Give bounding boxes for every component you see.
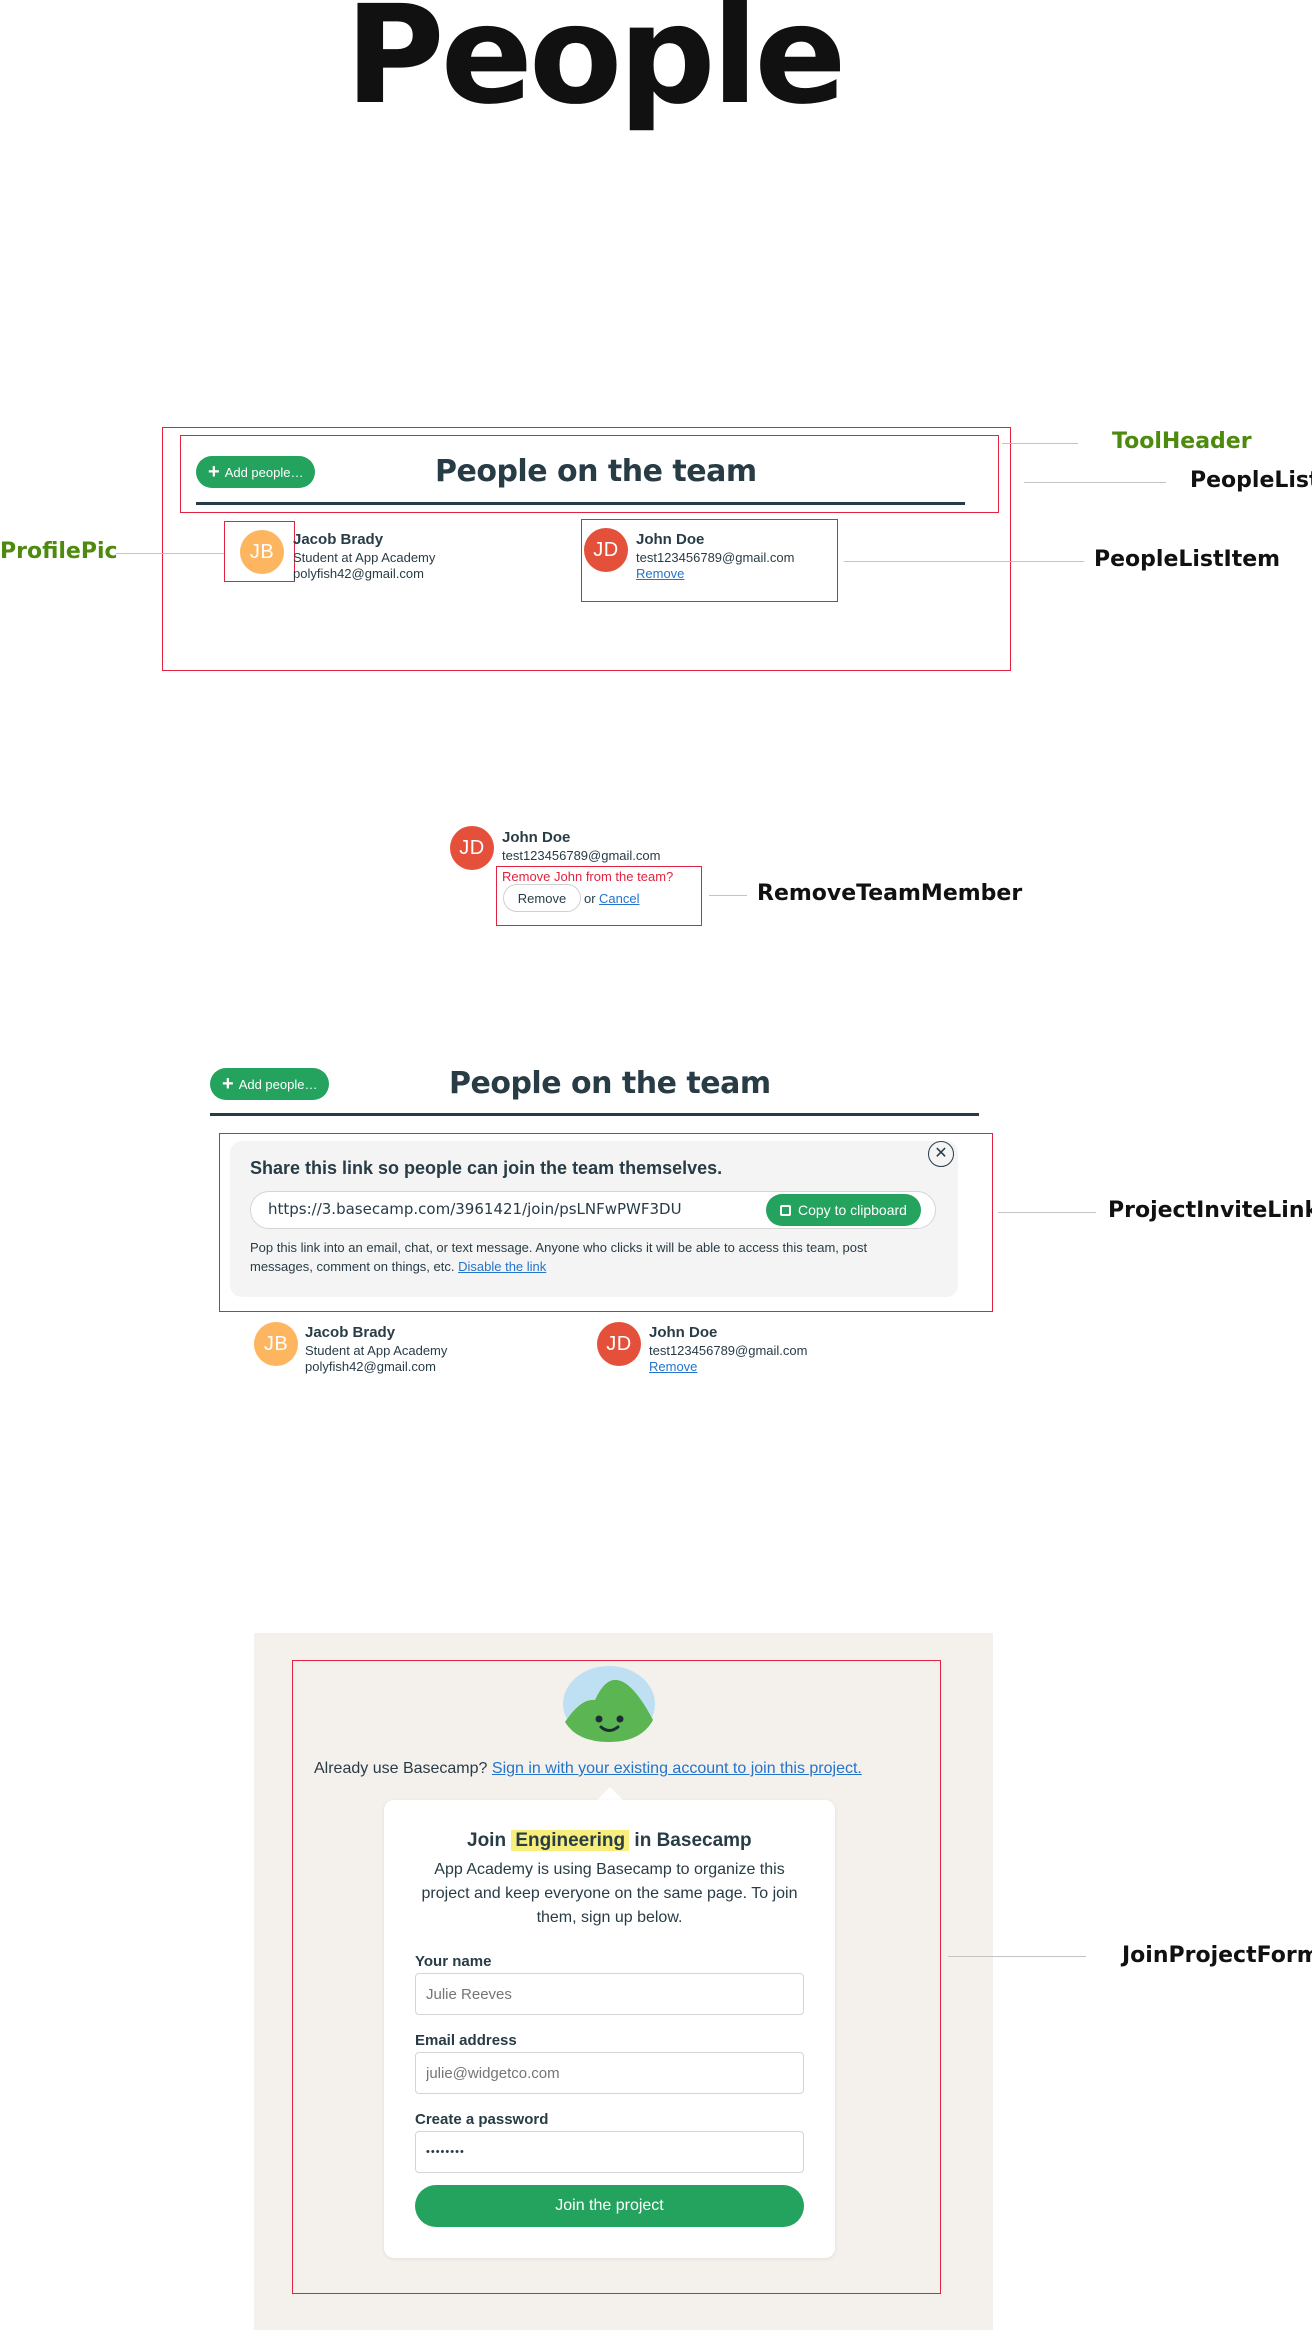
person-name: John Doe <box>649 1324 718 1341</box>
leader-line <box>844 561 1084 562</box>
disable-link[interactable]: Disable the link <box>458 1259 546 1274</box>
remove-team-member-callout: RemoveTeamMember <box>757 881 1023 906</box>
invite-url-text: https://3.basecamp.com/3961421/join/psLN… <box>268 1200 682 1218</box>
profile-pic-callout: ProfilePic <box>0 539 118 564</box>
name-label: Your name <box>415 1953 492 1970</box>
person-email: test123456789@gmail.com <box>649 1343 808 1358</box>
people-list-callout: PeopleList <box>1190 468 1312 493</box>
header-rule <box>196 502 965 505</box>
person-name: John Doe <box>636 531 705 548</box>
join-project-form-callout: JoinProjectForm <box>1122 1943 1312 1968</box>
add-people-button[interactable]: + Add people… <box>210 1068 330 1100</box>
project-name-highlight: Engineering <box>511 1830 630 1851</box>
avatar: JB <box>254 1322 298 1366</box>
header-rule <box>210 1113 979 1116</box>
basecamp-logo-icon <box>563 1666 655 1742</box>
person-title: Student at App Academy <box>305 1343 448 1358</box>
join-description: App Academy is using Basecamp to organiz… <box>421 1861 798 1926</box>
person-name: Jacob Brady <box>293 531 384 548</box>
email-label: Email address <box>415 2032 517 2049</box>
clipboard-icon <box>780 1204 791 1216</box>
remove-link[interactable]: Remove <box>649 1360 697 1373</box>
invite-description: Pop this link into an email, chat, or te… <box>250 1238 930 1276</box>
signin-prompt-text: Already use Basecamp? <box>314 1760 488 1777</box>
join-title-suffix: in Basecamp <box>634 1830 752 1851</box>
invite-description-text: Pop this link into an email, chat, or te… <box>250 1240 868 1274</box>
email-input[interactable] <box>415 2052 804 2094</box>
join-title-prefix: Join <box>467 1830 507 1851</box>
invite-title: Share this link so people can join the t… <box>250 1158 723 1178</box>
page-title: People <box>345 0 847 135</box>
avatar: JD <box>584 528 628 572</box>
add-people-label: Add people… <box>224 464 304 480</box>
password-input[interactable]: •••••••• <box>415 2131 804 2173</box>
close-circle-icon[interactable]: ✕ <box>928 1141 954 1167</box>
plus-icon: + <box>208 461 220 483</box>
remove-confirm-button[interactable]: Remove <box>503 884 581 912</box>
copy-to-clipboard-button[interactable]: Copy to clipboard <box>766 1194 921 1226</box>
leader-line <box>1002 443 1078 444</box>
add-people-label: Add people… <box>238 1076 318 1092</box>
person-name: Jacob Brady <box>305 1324 396 1341</box>
join-project-button[interactable]: Join the project <box>415 2185 804 2227</box>
leader-line <box>998 1212 1096 1213</box>
person-email: test123456789@gmail.com <box>636 550 795 565</box>
join-title: Join Engineering in Basecamp <box>467 1830 752 1851</box>
person-email: polyfish42@gmail.com <box>305 1359 436 1374</box>
remove-confirm-question: Remove John from the team? <box>502 869 674 884</box>
signin-link[interactable]: Sign in with your existing account to jo… <box>492 1760 862 1777</box>
copy-button-label: Copy to clipboard <box>798 1202 907 1218</box>
person-email: polyfish42@gmail.com <box>293 566 424 581</box>
person-name: John Doe <box>502 829 571 846</box>
leader-line <box>116 553 224 554</box>
person-email: test123456789@gmail.com <box>502 848 661 863</box>
avatar: JD <box>450 826 494 870</box>
cancel-link[interactable]: Cancel <box>599 892 639 905</box>
add-people-button[interactable]: + Add people… <box>196 456 316 488</box>
team-heading: People on the team <box>435 454 757 489</box>
leader-line <box>1024 482 1166 483</box>
password-label: Create a password <box>415 2111 549 2128</box>
card-notch <box>596 1787 624 1801</box>
tool-header-callout: ToolHeader <box>1112 429 1252 454</box>
leader-line <box>709 895 747 896</box>
avatar: JD <box>597 1322 641 1366</box>
remove-link[interactable]: Remove <box>636 567 684 580</box>
name-input[interactable] <box>415 1973 804 2015</box>
or-text: or <box>584 891 596 906</box>
team-heading: People on the team <box>449 1066 771 1101</box>
project-invite-link-callout: ProjectInviteLink <box>1108 1198 1312 1223</box>
leader-line <box>948 1956 1086 1957</box>
signin-prompt: Already use Basecamp? Sign in with your … <box>314 1761 862 1777</box>
plus-icon: + <box>222 1073 234 1095</box>
people-list-item-callout: PeopleListItem <box>1094 547 1281 572</box>
avatar: JB <box>240 530 284 574</box>
person-title: Student at App Academy <box>293 550 436 565</box>
